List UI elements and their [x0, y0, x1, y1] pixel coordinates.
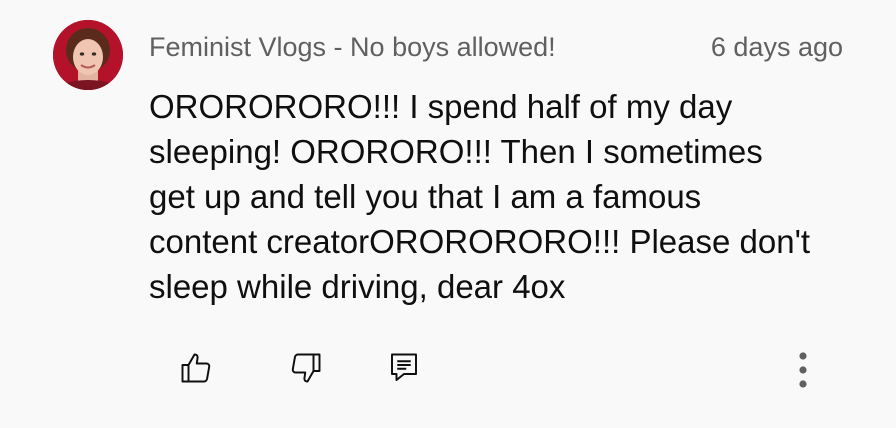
comment-text: ORORORORO!!! I spend half of my day slee… — [149, 88, 811, 305]
comment-timestamp[interactable]: 6 days ago — [711, 30, 843, 64]
avatar-image — [53, 20, 123, 90]
thumbs-up-icon — [181, 353, 211, 383]
dislike-button[interactable] — [284, 346, 328, 390]
reply-button[interactable] — [382, 346, 426, 390]
more-vertical-icon — [799, 352, 807, 388]
comment-author[interactable]: Feminist Vlogs - No boys allowed! — [149, 30, 556, 64]
avatar[interactable] — [53, 20, 123, 90]
comment-actions — [0, 340, 896, 396]
reply-comment-icon — [391, 353, 417, 381]
comment-card: Feminist Vlogs - No boys allowed! 6 days… — [0, 0, 896, 428]
more-options-button[interactable] — [781, 346, 825, 390]
thumbs-down-icon — [291, 353, 321, 383]
like-button[interactable] — [174, 346, 218, 390]
